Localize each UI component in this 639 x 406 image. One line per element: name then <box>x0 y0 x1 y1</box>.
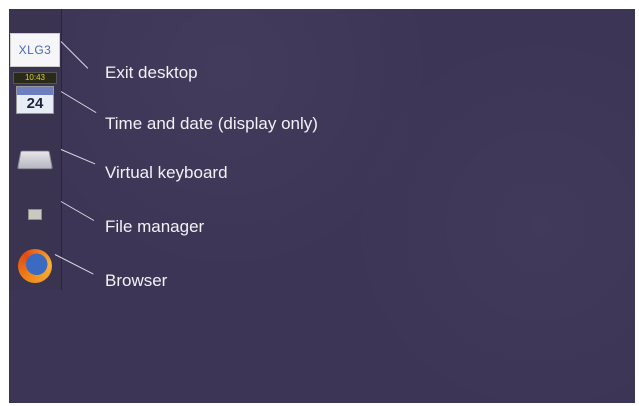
exit-desktop-label: Exit desktop <box>105 63 198 82</box>
desktop: XLG3 10:43 24 Exit desktop Time and date… <box>9 9 635 403</box>
calendar-icon: 24 <box>16 86 54 114</box>
virtual-keyboard-button[interactable] <box>10 140 60 178</box>
folder-icon <box>28 208 42 220</box>
clock-day: 24 <box>26 95 44 112</box>
file-manager-label: File manager <box>105 217 205 236</box>
dock-panel: XLG3 10:43 24 <box>9 9 62 290</box>
time-date-display: 10:43 24 <box>10 71 60 115</box>
time-leader-line <box>60 91 97 114</box>
browser-label: Browser <box>105 271 168 290</box>
files-leader-line <box>60 201 95 221</box>
keyboard-leader-line <box>60 149 96 165</box>
keyboard-icon <box>17 150 53 170</box>
browser-button[interactable] <box>10 246 60 286</box>
exit-desktop-button[interactable]: XLG3 <box>10 33 60 67</box>
firefox-icon <box>18 249 52 283</box>
file-manager-button[interactable] <box>10 195 60 233</box>
virtual-keyboard-label: Virtual keyboard <box>105 163 228 182</box>
clock-time: 10:43 <box>13 72 57 84</box>
time-date-label: Time and date (display only) <box>105 114 318 133</box>
exit-leader-line <box>60 41 89 69</box>
exit-desktop-icon: XLG3 <box>18 43 52 57</box>
